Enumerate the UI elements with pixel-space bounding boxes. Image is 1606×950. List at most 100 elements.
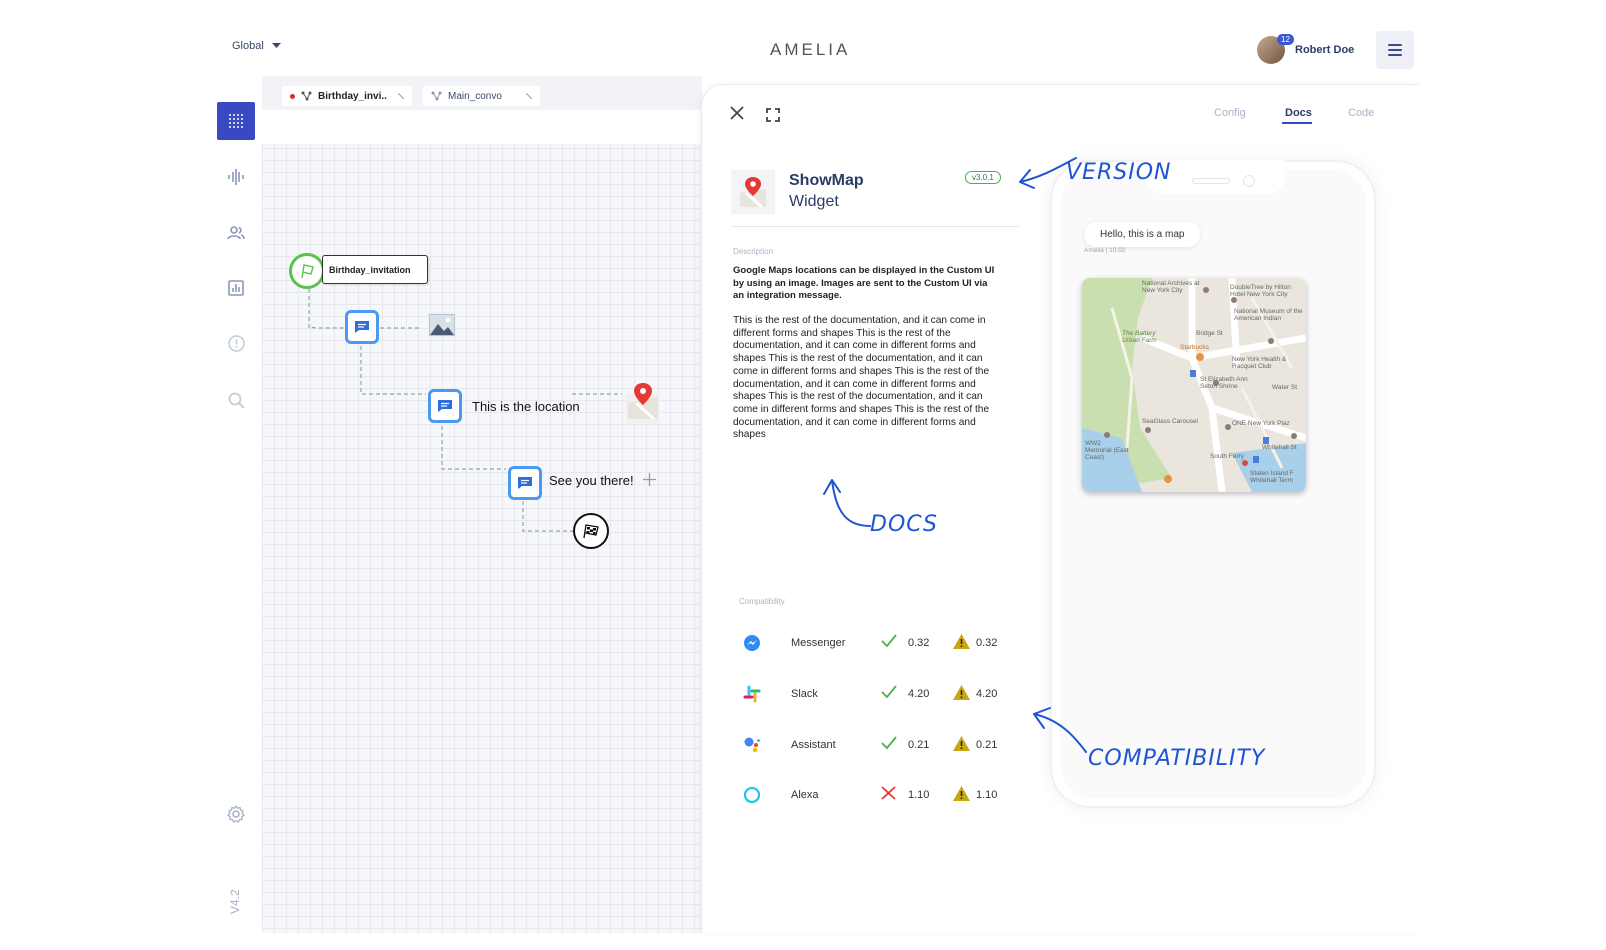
- close-icon[interactable]: [730, 106, 744, 120]
- grid-icon: [229, 114, 243, 128]
- add-node-icon[interactable]: [643, 473, 656, 486]
- phone-camera: [1243, 175, 1255, 187]
- avatar[interactable]: 12: [1257, 34, 1294, 64]
- map-label: Water St: [1272, 384, 1298, 391]
- users-icon: [227, 226, 245, 240]
- compatibility-label: Compatibility: [739, 597, 785, 606]
- warning-version: 1.10: [976, 789, 998, 801]
- warning-icon: [953, 634, 970, 652]
- annotation-docs: DOCS: [870, 512, 938, 537]
- expand-icon[interactable]: [766, 108, 780, 122]
- warning-version: 0.32: [976, 637, 998, 649]
- check-icon: [881, 685, 897, 702]
- widget-name: ShowMap: [789, 172, 864, 189]
- chat-icon: [438, 400, 452, 412]
- sidebar-item-users[interactable]: [217, 214, 255, 252]
- chat-icon: [355, 321, 369, 333]
- supported-version: 1.10: [908, 789, 930, 801]
- alexa-icon: [742, 785, 762, 805]
- menu-icon-line: [1388, 54, 1402, 56]
- app-version: V4.2: [228, 889, 242, 914]
- user-profile[interactable]: 12 Robert Doe: [1257, 34, 1355, 64]
- warning-version: 4.20: [976, 688, 998, 700]
- messenger-icon: [742, 633, 762, 653]
- compat-row-messenger: Messenger 0.32 0.32: [742, 633, 1022, 653]
- chat-node-1[interactable]: [345, 310, 379, 344]
- description-summary: Google Maps locations can be displayed i…: [733, 265, 995, 301]
- phone-speaker: [1192, 178, 1230, 184]
- sidebar-item-flows[interactable]: [217, 102, 255, 140]
- docs-arrow: [823, 479, 871, 527]
- divider: [731, 226, 1019, 227]
- user-name: Robert Doe: [1295, 44, 1355, 56]
- image-icon: [429, 314, 455, 336]
- gear-icon: [227, 805, 245, 823]
- map-preview[interactable]: National Archives at New York City Doubl…: [1082, 278, 1306, 492]
- channel-name: Alexa: [791, 789, 819, 801]
- finish-flag-icon: [583, 524, 599, 539]
- chat-node-3[interactable]: [508, 466, 542, 500]
- notification-badge: 12: [1277, 34, 1294, 45]
- version-badge: v3.0.1: [965, 171, 1001, 184]
- map-pin-icon: [628, 383, 658, 421]
- compat-row-slack: Slack 4.20 4.20: [742, 684, 1022, 704]
- map-label: Whitehall St: [1262, 444, 1297, 451]
- map-label: SeaGlass Carousel: [1142, 418, 1198, 425]
- sidebar-item-alerts[interactable]: [217, 324, 255, 362]
- map-label: National Archives at New York City: [1142, 280, 1200, 294]
- slack-icon: [742, 684, 762, 704]
- map-label: DoubleTree by Hilton Hotel New York City: [1230, 284, 1291, 298]
- map-pin-icon: [740, 177, 766, 209]
- supported-version: 4.20: [908, 688, 930, 700]
- tab-code[interactable]: Code: [1348, 107, 1374, 119]
- chat-bubble: Hello, this is a map: [1084, 222, 1201, 247]
- map-label: ONE New York Plaz: [1232, 420, 1290, 427]
- annotation-version: VERSION: [1066, 160, 1172, 185]
- image-attachment[interactable]: [428, 312, 456, 338]
- tab-docs[interactable]: Docs: [1285, 107, 1312, 119]
- warning-icon: [953, 685, 970, 703]
- warning-icon: [953, 736, 970, 754]
- widget-icon: [731, 170, 775, 214]
- map-label: Bridge St: [1196, 330, 1223, 337]
- end-node[interactable]: [573, 513, 609, 549]
- widget-type: Widget: [789, 193, 839, 210]
- tab-config[interactable]: Config: [1214, 107, 1246, 119]
- menu-icon-line: [1388, 44, 1402, 46]
- start-node[interactable]: [289, 253, 325, 289]
- map-label: National Museum of the American Indian: [1234, 308, 1303, 322]
- supported-version: 0.32: [908, 637, 930, 649]
- description-body: This is the rest of the documentation, a…: [733, 315, 990, 441]
- chart-icon: [228, 280, 244, 296]
- map-label: Starbucks: [1180, 344, 1209, 351]
- chevron-down-icon: [271, 43, 281, 48]
- sidebar-item-voice[interactable]: [217, 158, 255, 196]
- workspace-selector[interactable]: Global: [232, 40, 281, 52]
- sidebar-item-settings[interactable]: [217, 795, 255, 833]
- map-label: New York Health & Racquet Club: [1232, 356, 1287, 370]
- app-logo: AMELIA: [770, 40, 851, 59]
- map-label: WW2 Memorial (East Coast): [1085, 440, 1129, 461]
- flow-connectors: [308, 289, 622, 532]
- map-label: Staten Island F Whitehall Term: [1250, 470, 1294, 484]
- active-tab-indicator: [1282, 122, 1312, 124]
- start-node-label[interactable]: Birthday_invitation: [322, 255, 428, 284]
- sidebar-item-analytics[interactable]: [217, 269, 255, 307]
- warning-icon: [953, 786, 970, 804]
- chat-node-3-text: See you there!: [549, 473, 634, 488]
- supported-version: 0.21: [908, 739, 930, 751]
- workspace-label: Global: [232, 40, 264, 52]
- hamburger-menu-button[interactable]: [1376, 31, 1414, 69]
- sidebar-item-search[interactable]: [217, 381, 255, 419]
- menu-icon-line: [1388, 49, 1402, 51]
- sidebar: V4.2: [212, 78, 264, 934]
- compatibility-arrow: [1033, 707, 1087, 753]
- map-attachment[interactable]: [626, 383, 660, 424]
- channel-name: Assistant: [791, 739, 836, 751]
- cross-icon: [881, 786, 896, 803]
- chat-node-2-text: This is the location: [472, 399, 580, 414]
- map-label: The Battery Urban Farm: [1122, 330, 1157, 344]
- compat-row-alexa: Alexa 1.10 1.10: [742, 785, 1022, 805]
- map-label: St Elizabeth Ann Seton Shrine: [1200, 376, 1248, 390]
- chat-node-2[interactable]: [428, 389, 462, 423]
